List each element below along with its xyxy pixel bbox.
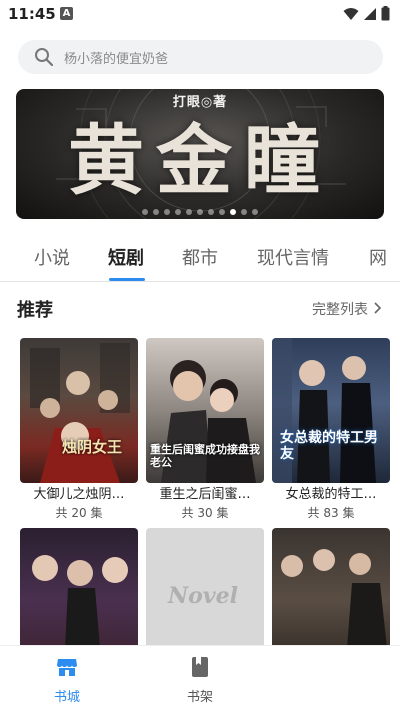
banner-title: 黄金瞳	[68, 116, 332, 205]
book-cover: 烛阴女王	[20, 338, 138, 483]
wifi-icon	[343, 7, 359, 20]
promo-banner[interactable]: 打眼◎著 黄金瞳	[16, 89, 384, 219]
pagination-dot[interactable]	[197, 209, 203, 215]
book-cover: 女总裁的特工男友	[272, 338, 390, 483]
episode-count: 共 20 集	[55, 506, 103, 520]
nav-bookshelf[interactable]: 书架	[160, 656, 240, 705]
store-icon	[57, 659, 77, 676]
nav-label: 书城	[53, 690, 80, 705]
episode-count: 共 30 集	[181, 506, 229, 520]
tab-underline	[109, 278, 145, 281]
episode-count: 共 83 集	[307, 506, 355, 520]
banner-pagination	[16, 209, 384, 215]
book-cover: 重生后闺蜜成功接盘我老公	[146, 338, 264, 483]
search-placeholder: 杨小落的便宜奶爸	[64, 51, 169, 67]
pagination-dot[interactable]	[153, 209, 159, 215]
pagination-dot[interactable]	[219, 209, 225, 215]
section-title: 推荐	[17, 300, 53, 321]
pagination-dot[interactable]	[241, 209, 247, 215]
pagination-dot[interactable]	[252, 209, 258, 215]
banner-subtitle: 打眼◎著	[172, 95, 228, 110]
status-time: 11:45	[8, 5, 56, 23]
battery-icon	[381, 6, 390, 21]
book-title: 重生之后闺蜜…	[159, 487, 251, 502]
status-bar: 11:45 A	[0, 0, 400, 28]
cover-title: 女总裁的特工男友	[280, 430, 378, 462]
cover-placeholder-text: Novel	[168, 583, 238, 609]
nav-bookstore[interactable]: 书城	[27, 656, 107, 705]
chevron-right-icon[interactable]	[373, 301, 382, 315]
tab-novel[interactable]: 小说	[34, 244, 70, 270]
pagination-dot[interactable]	[186, 209, 192, 215]
tab-modern-romance[interactable]: 现代言情	[257, 244, 329, 270]
search-bar[interactable]: 杨小落的便宜奶爸	[18, 40, 383, 74]
search-icon	[35, 48, 54, 67]
cover-title: 重生后闺蜜成功接盘我老公	[150, 443, 260, 469]
tab-web[interactable]: 网	[369, 244, 387, 270]
signal-icon	[364, 7, 376, 20]
book-title: 大御儿之烛阴…	[33, 487, 125, 502]
full-list-link[interactable]: 完整列表	[312, 299, 368, 319]
pagination-dot[interactable]	[164, 209, 170, 215]
notification-icon: A	[60, 7, 73, 20]
pagination-dot[interactable]	[175, 209, 181, 215]
nav-label: 书架	[186, 690, 213, 705]
book-title: 女总裁的特工…	[285, 487, 377, 502]
pagination-dot[interactable]	[230, 209, 236, 215]
pagination-dot[interactable]	[142, 209, 148, 215]
status-icons	[343, 6, 390, 21]
tab-urban[interactable]: 都市	[182, 244, 218, 270]
cover-title: 烛阴女王	[62, 438, 123, 456]
category-tabs: 小说 短剧 都市 现代言情 网	[0, 232, 400, 282]
cover-art	[30, 343, 130, 483]
pagination-dot[interactable]	[208, 209, 214, 215]
bookshelf-icon	[192, 657, 208, 677]
bottom-navigation: 书城 书架	[0, 645, 400, 711]
tab-short-drama[interactable]: 短剧	[108, 244, 144, 270]
